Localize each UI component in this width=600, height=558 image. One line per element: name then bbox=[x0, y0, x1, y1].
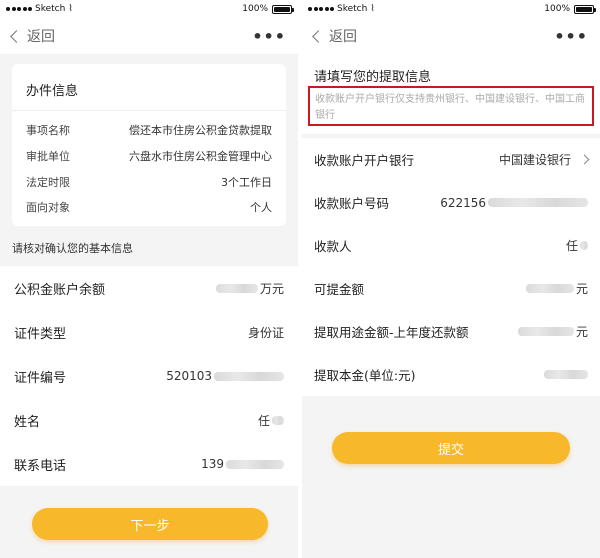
redacted-value bbox=[488, 198, 588, 207]
list-item-phone: 联系电话 139 bbox=[0, 442, 298, 486]
info-value: 偿还本市住房公积金贷款提取 bbox=[129, 124, 272, 137]
form-row-available-amount[interactable]: 可提金额 元 bbox=[302, 267, 600, 310]
wifi-icon: ⌇ bbox=[370, 4, 375, 14]
row-label: 姓名 bbox=[14, 414, 41, 430]
value-prefix: 520103 bbox=[166, 369, 212, 383]
redacted-value bbox=[580, 241, 588, 250]
info-label: 法定时限 bbox=[26, 176, 70, 189]
value-suffix: 万元 bbox=[259, 281, 284, 296]
more-options-icon[interactable]: ••• bbox=[554, 27, 588, 46]
back-label: 返回 bbox=[27, 29, 55, 45]
submit-button[interactable]: 提交 bbox=[332, 432, 570, 464]
card-title: 办件信息 bbox=[26, 84, 79, 99]
info-value: 六盘水市住房公积金管理中心 bbox=[129, 150, 272, 163]
row-label: 联系电话 bbox=[14, 458, 67, 474]
redacted-value bbox=[226, 459, 284, 469]
battery-icon bbox=[272, 4, 294, 14]
row-label: 收款人 bbox=[314, 239, 352, 254]
row-label: 证件编号 bbox=[14, 370, 67, 386]
next-button[interactable]: 下一步 bbox=[32, 508, 268, 540]
redacted-value bbox=[215, 283, 258, 293]
status-bar: Sketch ⌇ 100% bbox=[302, 0, 600, 18]
row-value: 身份证 bbox=[247, 325, 284, 340]
nav-bar: 返回 ••• bbox=[0, 18, 298, 54]
form-row-account-number[interactable]: 收款账户号码 622156 bbox=[302, 181, 600, 224]
back-button[interactable]: 返回 bbox=[312, 26, 357, 46]
redacted-value bbox=[214, 371, 284, 381]
form-row-principal[interactable]: 提取本金(单位:元) bbox=[302, 353, 600, 396]
value-prefix: 任 bbox=[257, 413, 270, 428]
info-value: 个人 bbox=[250, 201, 272, 214]
nav-bar: 返回 ••• bbox=[302, 18, 600, 54]
battery-percent: 100% bbox=[242, 4, 268, 14]
info-label: 面向对象 bbox=[26, 201, 70, 214]
list-item-balance: 公积金账户余额 万元 bbox=[0, 266, 298, 310]
info-label: 事项名称 bbox=[26, 124, 70, 137]
divider bbox=[12, 110, 286, 111]
redacted-value bbox=[525, 284, 574, 293]
form-row-bank[interactable]: 收款账户开户银行 中国建设银行 bbox=[302, 138, 600, 181]
bank-select-value: 中国建设银行 bbox=[498, 153, 571, 167]
row-label: 证件类型 bbox=[14, 326, 67, 342]
case-info-card: 办件信息 事项名称 偿还本市住房公积金贷款提取 审批单位 六盘水市住房公积金管理… bbox=[12, 64, 286, 226]
signal-icon bbox=[6, 7, 32, 11]
info-row: 审批单位 六盘水市住房公积金管理中心 bbox=[26, 148, 272, 164]
value-prefix: 139 bbox=[201, 457, 224, 471]
redacted-value bbox=[272, 415, 284, 425]
info-row: 面向对象 个人 bbox=[26, 199, 272, 215]
value-prefix: 任 bbox=[565, 239, 578, 253]
info-value: 3个工作日 bbox=[221, 176, 272, 189]
more-options-icon[interactable]: ••• bbox=[252, 27, 286, 46]
status-bar: Sketch ⌇ 100% bbox=[0, 0, 298, 18]
value-prefix: 622156 bbox=[440, 195, 486, 210]
list-item-id-type: 证件类型 身份证 bbox=[0, 310, 298, 354]
chevron-left-icon bbox=[10, 30, 23, 43]
carrier-name: Sketch bbox=[337, 4, 368, 14]
back-button[interactable]: 返回 bbox=[10, 26, 55, 46]
info-label: 审批单位 bbox=[26, 150, 70, 163]
row-label: 提取用途金额-上年度还款额 bbox=[314, 325, 469, 340]
back-label: 返回 bbox=[329, 29, 357, 45]
row-label: 公积金账户余额 bbox=[14, 282, 106, 298]
value-suffix: 元 bbox=[575, 282, 588, 296]
right-screen: Sketch ⌇ 100% 返回 ••• 请填写您的提取信息 收款账户开户银行仅… bbox=[302, 0, 600, 558]
row-label: 收款账户开户银行 bbox=[314, 153, 415, 168]
value-suffix: 元 bbox=[575, 325, 588, 339]
bank-notice: 收款账户开户银行仅支持贵州银行、中国建设银行、中国工商银行 bbox=[308, 86, 594, 126]
carrier-name: Sketch bbox=[35, 4, 66, 14]
battery-icon bbox=[574, 4, 596, 14]
chevron-left-icon bbox=[312, 30, 325, 43]
row-label: 收款账户号码 bbox=[314, 196, 390, 211]
battery-percent: 100% bbox=[544, 4, 570, 14]
redacted-value bbox=[544, 370, 588, 379]
list-item-name: 姓名 任 bbox=[0, 398, 298, 442]
form-title: 请填写您的提取信息 bbox=[314, 70, 432, 85]
left-screen: Sketch ⌇ 100% 返回 ••• 办件信息 事项名称 偿还本市住房公积金… bbox=[0, 0, 298, 558]
redacted-value bbox=[517, 327, 574, 336]
row-label: 可提金额 bbox=[314, 282, 365, 297]
form-header: 请填写您的提取信息 收款账户开户银行仅支持贵州银行、中国建设银行、中国工商银行 bbox=[302, 54, 600, 134]
wifi-icon: ⌇ bbox=[68, 4, 73, 14]
chevron-right-icon bbox=[579, 154, 590, 165]
form-row-payee[interactable]: 收款人 任 bbox=[302, 224, 600, 267]
row-label: 提取本金(单位:元) bbox=[314, 368, 416, 383]
signal-icon bbox=[308, 7, 334, 11]
list-item-id-number: 证件编号 520103 bbox=[0, 354, 298, 398]
info-row: 法定时限 3个工作日 bbox=[26, 174, 272, 190]
section-label: 请核对确认您的基本信息 bbox=[12, 242, 133, 255]
info-row: 事项名称 偿还本市住房公积金贷款提取 bbox=[26, 122, 272, 138]
form-row-purpose-amount[interactable]: 提取用途金额-上年度还款额 元 bbox=[302, 310, 600, 353]
basic-info-list: 公积金账户余额 万元 证件类型 身份证 证件编号 520103 姓名 任 联系电… bbox=[0, 266, 298, 486]
withdrawal-form: 收款账户开户银行 中国建设银行 收款账户号码 622156 收款人 任 可提金额 bbox=[302, 138, 600, 396]
